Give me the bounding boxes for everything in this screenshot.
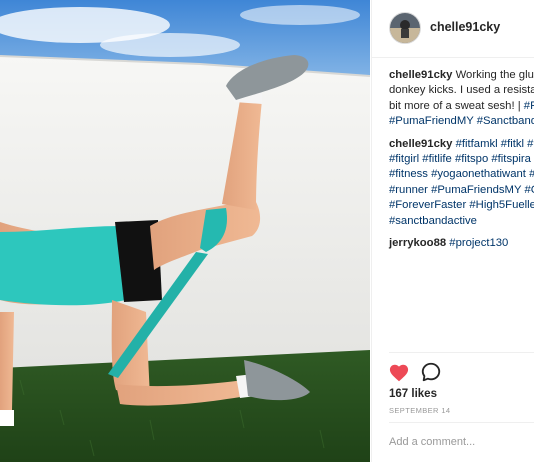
comment-username[interactable]: chelle91cky	[389, 138, 452, 150]
comment-line: donkey kicks. I used a resista	[389, 83, 534, 98]
comment-line: #fitgirl #fitlife #fitspo #fitspira	[389, 152, 534, 167]
hashtag-link[interactable]: #PumaFriendMY	[389, 115, 474, 127]
comment-text: Working the glut	[455, 69, 534, 81]
hashtag-link[interactable]: #C	[524, 184, 534, 196]
hashtag-link[interactable]: #	[527, 138, 533, 150]
add-comment-divider	[389, 422, 534, 423]
like-button[interactable]	[388, 362, 410, 382]
comment-bubble-icon	[421, 362, 441, 382]
post-actions: 167 likes SEPTEMBER 14	[372, 352, 534, 462]
add-comment-input[interactable]	[389, 432, 534, 452]
comment-line: chelle91cky #fitfamkl #fitkl #	[389, 137, 534, 152]
hashtag-link[interactable]: #fitness	[389, 168, 428, 180]
hashtag-link[interactable]: #ForeverFaster	[389, 199, 466, 211]
hashtag-link[interactable]: #project130	[449, 237, 508, 249]
hashtag-link[interactable]: #Sanctband	[477, 115, 534, 127]
hashtag-link[interactable]: #PumaFriendsMY	[431, 184, 521, 196]
hashtag-link[interactable]: #fitfamkl	[456, 138, 498, 150]
post-photo[interactable]	[0, 0, 370, 462]
comment-line: bit more of a sweat sesh! | #P	[389, 99, 534, 114]
likes-count[interactable]: 167 likes	[389, 388, 437, 400]
hashtag-link[interactable]: #	[529, 168, 534, 180]
comment-text: bit more of a sweat sesh! |	[389, 99, 524, 112]
heart-icon	[389, 364, 409, 382]
hashtag-link[interactable]: #fitgirl	[389, 153, 419, 165]
exercise-photo-icon	[0, 0, 370, 462]
comment: chelle91cky Working the glut donkey kicks…	[389, 68, 534, 130]
post-side-panel: chelle91cky chelle91cky Working the glut…	[371, 0, 534, 462]
comment-line: #ForeverFaster #High5Fuelle	[389, 198, 534, 213]
hashtag-link[interactable]: #fitspira	[491, 153, 531, 165]
comment-line: #runner #PumaFriendsMY #C	[389, 183, 534, 198]
post-author-username[interactable]: chelle91cky	[430, 20, 500, 34]
hashtag-link[interactable]: #fitkl	[501, 138, 524, 150]
comment-line: #PumaFriendMY #Sanctband	[389, 114, 534, 129]
hashtag-link[interactable]: #High5Fuelle	[469, 199, 534, 211]
hashtag-link[interactable]: #P	[524, 100, 534, 112]
comment-line: #sanctbandactive	[389, 214, 534, 229]
post-date: SEPTEMBER 14	[389, 406, 451, 415]
comment: jerrykoo88 #project130	[389, 236, 534, 251]
hashtag-link[interactable]: #runner	[389, 184, 428, 196]
avatar[interactable]	[389, 12, 421, 44]
comment: chelle91cky #fitfamkl #fitkl # #fitgirl #…	[389, 137, 534, 229]
comment-line: jerrykoo88 #project130	[389, 236, 534, 251]
hashtag-link[interactable]: #fitspo	[455, 153, 488, 165]
hashtag-link[interactable]: #fitlife	[422, 153, 452, 165]
profile-photo-icon	[390, 13, 420, 43]
comment-line: chelle91cky Working the glut	[389, 68, 534, 83]
post-header: chelle91cky	[372, 0, 534, 58]
comments-list: chelle91cky Working the glut donkey kicks…	[389, 68, 534, 258]
comment-username[interactable]: jerrykoo88	[389, 237, 446, 249]
comment-username[interactable]: chelle91cky	[389, 69, 452, 81]
comment-text: donkey kicks. I used a resista	[389, 84, 534, 97]
comment-line: #fitness #yogaonethatiwant #	[389, 167, 534, 182]
hashtag-link[interactable]: #yogaonethatiwant	[431, 168, 526, 180]
hashtag-link[interactable]: #sanctbandactive	[389, 215, 477, 227]
actions-divider	[389, 352, 534, 353]
comment-button[interactable]	[420, 361, 442, 383]
